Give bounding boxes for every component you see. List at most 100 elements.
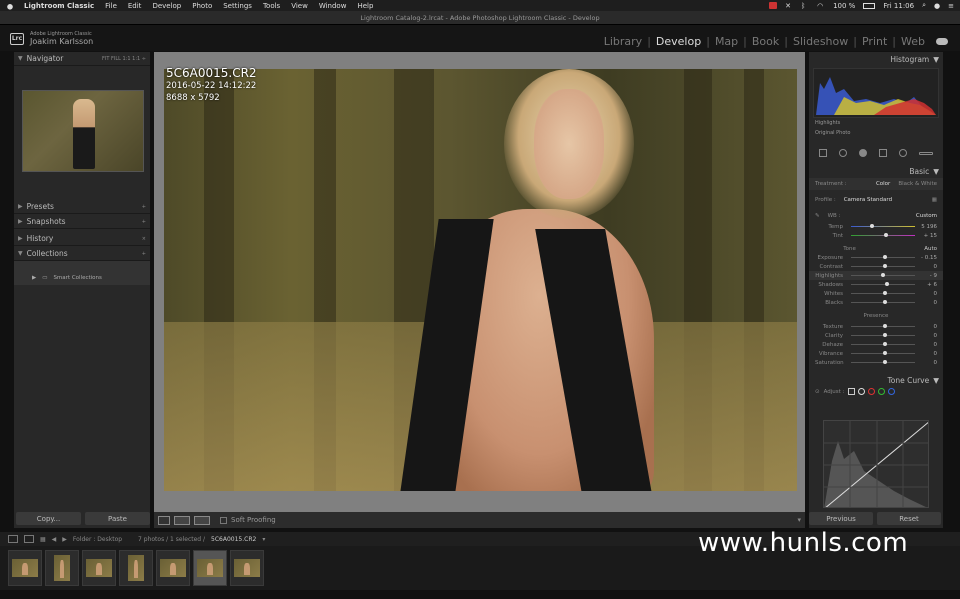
presence-slider[interactable] [851, 333, 915, 337]
back-arrow-icon[interactable]: ◀ [52, 536, 57, 543]
battery-icon[interactable] [863, 2, 876, 9]
presence-slider-knob[interactable] [883, 333, 887, 337]
toolbar-menu-chevron-icon[interactable]: ▾ [797, 516, 801, 524]
apple-icon[interactable] [6, 2, 14, 10]
sliders-slider[interactable] [851, 282, 915, 286]
tone-curve-header[interactable]: Tone Curve ▼ [809, 373, 943, 387]
module-develop[interactable]: Develop [651, 35, 706, 48]
adjustment-brush-icon[interactable] [919, 151, 933, 155]
sliders-slider-row[interactable]: Exposure - 0.15 [809, 253, 943, 262]
presence-slider-row[interactable]: Saturation 0 [809, 358, 943, 367]
module-web[interactable]: Web [896, 35, 930, 48]
profile-select[interactable]: Camera Standard [844, 197, 892, 203]
grid-view-icon[interactable]: ▦ [40, 536, 46, 543]
rgb-curve-icon[interactable] [858, 388, 866, 395]
presence-value[interactable]: 0 [919, 342, 938, 348]
presence-slider-knob[interactable] [883, 360, 887, 364]
presets-header[interactable]: ▶ Presets + [14, 200, 150, 214]
treatment-color-button[interactable]: Color [876, 181, 890, 187]
tint-slider[interactable] [851, 233, 915, 237]
sliders-slider-knob[interactable] [883, 264, 887, 268]
temp-slider[interactable] [851, 224, 915, 228]
presence-slider[interactable] [851, 360, 915, 364]
presence-slider[interactable] [851, 342, 915, 346]
wifi-icon[interactable]: ◠ [817, 2, 825, 10]
tone-curve-graph[interactable] [823, 420, 929, 508]
menu-develop[interactable]: Develop [152, 2, 181, 10]
sliders-slider[interactable] [851, 255, 915, 259]
module-map[interactable]: Map [710, 35, 743, 48]
temp-knob[interactable] [870, 224, 875, 228]
presence-slider-knob[interactable] [883, 324, 887, 328]
sliders-slider-row[interactable]: Highlights - 9 [809, 271, 943, 280]
dropbox-icon[interactable]: ✕ [785, 2, 793, 10]
sliders-slider-knob[interactable] [883, 291, 887, 295]
bluetooth-icon[interactable]: ᛒ [801, 2, 809, 10]
menubar-clock[interactable]: Fri 11:06 [883, 2, 914, 10]
presence-slider-row[interactable]: Clarity 0 [809, 331, 943, 340]
current-file-dropdown-icon[interactable]: ▾ [262, 536, 265, 543]
before-after-icon[interactable] [174, 515, 190, 525]
presence-slider[interactable] [851, 324, 915, 328]
previous-button[interactable]: Previous [809, 512, 873, 525]
copy-button[interactable]: Copy... [16, 512, 81, 525]
filmstrip-thumbnail[interactable] [230, 550, 264, 586]
menu-settings[interactable]: Settings [223, 2, 252, 10]
blue-curve-icon[interactable] [888, 388, 896, 395]
menu-app[interactable]: Lightroom Classic [24, 2, 94, 10]
menu-help[interactable]: Help [357, 2, 373, 10]
sliders-slider-row[interactable]: Whites 0 [809, 289, 943, 298]
wb-select[interactable]: Custom [916, 213, 937, 219]
siri-icon[interactable]: ● [934, 2, 940, 10]
status-app-icon[interactable] [769, 2, 778, 9]
presence-value[interactable]: 0 [919, 351, 938, 357]
cloud-icon[interactable] [936, 38, 948, 45]
sliders-value[interactable]: 0 [919, 300, 938, 306]
green-curve-icon[interactable] [878, 388, 886, 395]
sliders-value[interactable]: - 0.15 [919, 255, 937, 261]
tint-knob[interactable] [884, 233, 889, 237]
sliders-slider[interactable] [851, 291, 915, 295]
sliders-slider[interactable] [851, 300, 915, 304]
filmstrip-current-file[interactable]: 5C6A0015.CR2 [211, 536, 256, 543]
sliders-slider-knob[interactable] [884, 282, 889, 286]
wb-eyedropper-icon[interactable]: ✎ [815, 213, 820, 219]
presence-slider-row[interactable]: Dehaze 0 [809, 340, 943, 349]
sliders-slider-knob[interactable] [883, 300, 887, 304]
reset-button[interactable]: Reset [877, 512, 941, 525]
red-eye-icon[interactable] [859, 149, 867, 157]
parametric-curve-icon[interactable] [848, 388, 856, 395]
photo-preview[interactable] [164, 69, 797, 491]
filmstrip-thumbnail[interactable] [8, 550, 42, 586]
red-curve-icon[interactable] [868, 388, 876, 395]
main-window-icon[interactable] [8, 535, 18, 543]
filmstrip-thumbnail[interactable] [193, 550, 227, 586]
menu-edit[interactable]: Edit [128, 2, 142, 10]
soft-proofing-checkbox[interactable] [220, 516, 227, 524]
sliders-slider[interactable] [851, 264, 915, 268]
snapshots-header[interactable]: ▶ Snapshots + [14, 215, 150, 229]
filmstrip-thumbnail[interactable] [156, 550, 190, 586]
filmstrip-thumbnail[interactable] [82, 550, 116, 586]
forward-arrow-icon[interactable]: ▶ [62, 536, 67, 543]
add-collection-icon[interactable]: + [142, 251, 146, 257]
profile-browser-icon[interactable]: ▦ [932, 197, 937, 203]
module-library[interactable]: Library [599, 35, 647, 48]
temp-value[interactable]: 5 196 [919, 224, 937, 230]
treatment-bw-button[interactable]: Black & White [898, 181, 937, 187]
presence-slider-row[interactable]: Texture 0 [809, 322, 943, 331]
image-canvas[interactable]: 5C6A0015.CR2 2016-05-22 14:12:22 8688 x … [154, 52, 805, 512]
tint-value[interactable]: + 15 [919, 233, 937, 239]
navigator-header[interactable]: ▼ Navigator FIT FILL 1:1 1:1 ÷ [14, 52, 150, 66]
sliders-value[interactable]: + 6 [919, 282, 937, 288]
spot-removal-icon[interactable] [839, 149, 847, 157]
clear-history-icon[interactable]: × [142, 236, 146, 242]
menu-file[interactable]: File [105, 2, 117, 10]
presence-value[interactable]: 0 [919, 324, 938, 330]
menu-list-icon[interactable]: ≡ [948, 2, 954, 10]
module-print[interactable]: Print [857, 35, 892, 48]
menu-window[interactable]: Window [319, 2, 347, 10]
before-after-split-icon[interactable] [194, 515, 210, 525]
sliders-slider-row[interactable]: Shadows + 6 [809, 280, 943, 289]
original-photo-label[interactable]: Original Photo [809, 130, 943, 136]
